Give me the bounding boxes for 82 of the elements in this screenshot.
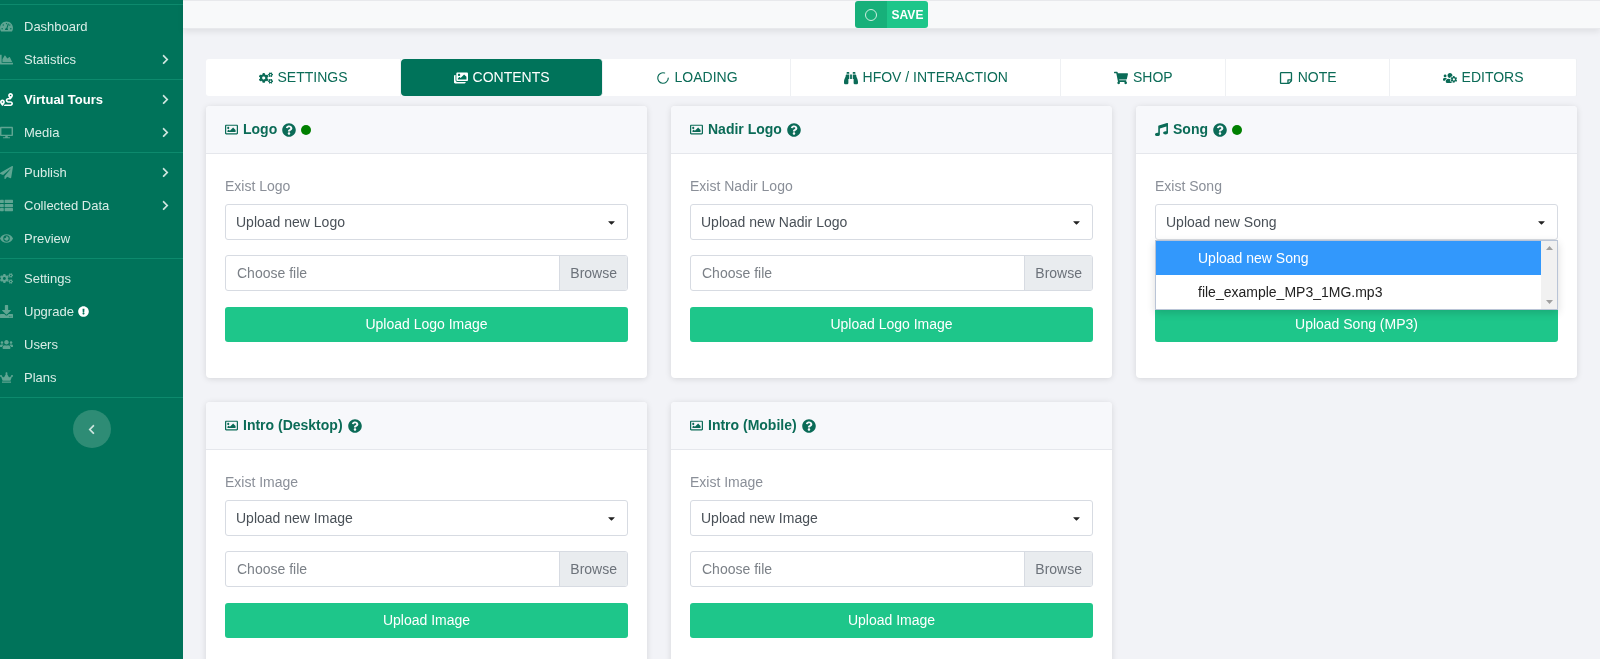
browse-button[interactable]: Browse	[1024, 256, 1092, 290]
dropdown-option[interactable]: file_example_MP3_1MG.mp3	[1156, 275, 1541, 309]
sidebar-item[interactable]: Preview	[0, 222, 183, 255]
loading-icon	[655, 70, 670, 85]
sidebar-item-label: Settings	[24, 269, 71, 288]
select-field[interactable]: Upload new Image	[690, 500, 1093, 536]
file-input[interactable]: Choose file Browse	[690, 255, 1093, 291]
select-field[interactable]: Upload new Song	[1155, 204, 1558, 240]
field-label: Exist Image	[690, 473, 765, 492]
image-icon	[690, 419, 703, 432]
file-input[interactable]: Choose file Browse	[225, 551, 628, 587]
tab[interactable]: CONTENTS	[401, 59, 603, 96]
eye-icon	[0, 232, 16, 245]
users-gear-icon	[1442, 70, 1457, 85]
sidebar-item-label: Upgrade	[24, 302, 74, 321]
help-icon[interactable]	[801, 418, 816, 433]
sidebar-item[interactable]: Plans	[0, 361, 183, 394]
sidebar-item[interactable]: Users	[0, 328, 183, 361]
field-label: Exist Logo	[225, 177, 292, 196]
sidebar-item[interactable]: Publish	[0, 156, 183, 189]
sidebar-item[interactable]: Upgrade	[0, 295, 183, 328]
help-icon[interactable]	[347, 418, 362, 433]
dropdown-option[interactable]: Upload new Song	[1156, 241, 1541, 275]
tab[interactable]: SHOP	[1061, 59, 1227, 96]
sidebar-item[interactable]: Settings	[0, 262, 183, 295]
file-input[interactable]: Choose file Browse	[225, 255, 628, 291]
field-label: Exist Song	[1155, 177, 1223, 196]
sidebar-item-label: Statistics	[24, 50, 76, 69]
card-title: Song	[1173, 120, 1208, 139]
help-icon[interactable]	[786, 122, 801, 137]
users-icon	[0, 338, 16, 351]
images-icon	[453, 70, 468, 85]
sidebar-item-label: Collected Data	[24, 196, 110, 215]
cart-icon	[1114, 70, 1128, 85]
sidebar-item[interactable]: Virtual Tours	[0, 83, 183, 116]
field-label: Exist Image	[225, 473, 300, 492]
binoculars-icon	[843, 70, 858, 85]
music-note-icon	[1155, 123, 1168, 136]
sidebar-item-label: Dashboard	[24, 17, 88, 36]
list-icon	[0, 199, 16, 212]
route-icon	[0, 93, 16, 106]
note-icon	[1278, 70, 1293, 85]
file-input[interactable]: Choose file Browse	[690, 551, 1093, 587]
sidebar-item-label: Publish	[24, 163, 67, 182]
sidebar-item-label: Plans	[24, 368, 57, 387]
tab[interactable]: HFOV / INTERACTION	[791, 59, 1062, 96]
crown-icon	[0, 371, 16, 384]
sidebar-item-label: Users	[24, 335, 58, 354]
area-chart-icon	[0, 53, 16, 66]
sidebar-item[interactable]: Collected Data	[0, 189, 183, 222]
sidebar-item[interactable]: Media	[0, 116, 183, 149]
card-title: Intro (Desktop)	[243, 416, 343, 435]
sidebar-item[interactable]: Dashboard	[0, 10, 183, 43]
help-icon[interactable]	[1213, 122, 1227, 137]
tab[interactable]: EDITORS	[1390, 59, 1578, 96]
paper-plane-icon	[0, 166, 16, 179]
card-title: Nadir Logo	[708, 120, 782, 139]
browse-button[interactable]: Browse	[559, 256, 627, 290]
tab[interactable]: NOTE	[1226, 59, 1391, 96]
select-field[interactable]: Upload new Image	[225, 500, 628, 536]
browse-button[interactable]: Browse	[1024, 552, 1092, 586]
image-icon	[225, 419, 238, 432]
download-icon	[0, 305, 16, 318]
help-icon[interactable]	[282, 122, 297, 137]
sidebar-item-label: Media	[24, 123, 60, 142]
monitor-icon	[0, 126, 16, 139]
select-field[interactable]: Upload new Nadir Logo	[690, 204, 1093, 240]
settings-icon	[258, 70, 273, 85]
card-title: Logo	[243, 120, 278, 139]
tab[interactable]: LOADING	[603, 59, 792, 96]
chevron-left-icon	[86, 423, 97, 435]
sidebar-item-label: Preview	[24, 229, 71, 248]
browse-button[interactable]: Browse	[559, 552, 627, 586]
sidebar-item-label: Virtual Tours	[24, 90, 103, 109]
gauge-icon	[0, 20, 16, 33]
settings-icon	[0, 272, 16, 285]
field-label: Exist Nadir Logo	[690, 177, 794, 196]
card-title: Intro (Mobile)	[708, 416, 797, 435]
image-icon	[690, 123, 703, 136]
sidebar-item[interactable]: Statistics	[0, 43, 183, 76]
image-icon	[225, 123, 238, 136]
select-field[interactable]: Upload new Logo	[225, 204, 628, 240]
